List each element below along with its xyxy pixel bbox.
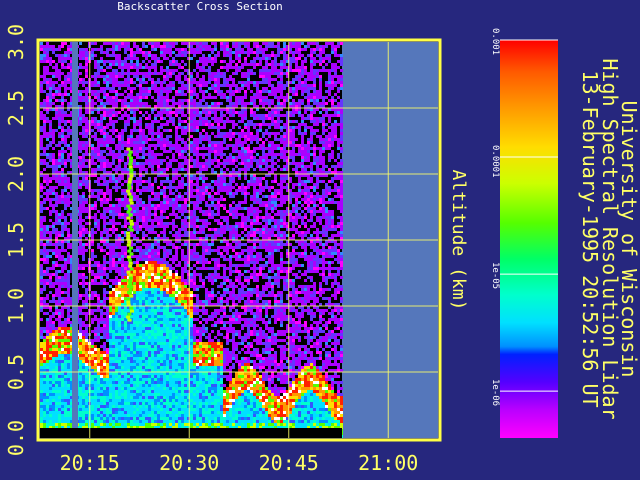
y-axis-tick-labels: 0.0 0.5 1.0 1.5 2.0 2.5 3.0	[4, 24, 28, 456]
x-axis-tick-labels: 20:15 20:30 20:45 21:00	[60, 451, 419, 475]
colorbar-tick-label: 1e-05	[490, 262, 500, 290]
colorbar-tick-label: 0.001	[490, 28, 500, 56]
chart-canvas: 0.0 0.5 1.0 1.5 2.0 2.5 3.0 20:15 20:30 20:45 21:…	[4, 24, 558, 475]
x-tick-label: 20:15	[60, 451, 120, 475]
y-tick-label: 2.5	[4, 90, 28, 126]
y-axis-label: Altitude (km)	[448, 169, 469, 311]
y-tick-label: 0.5	[4, 354, 28, 390]
y-tick-label: 0.0	[4, 420, 28, 456]
x-tick-label: 20:30	[159, 451, 219, 475]
y-tick-label: 1.0	[4, 288, 28, 324]
colorbar	[500, 40, 558, 438]
x-tick-label: 21:00	[358, 451, 418, 475]
y-tick-label: 3.0	[4, 24, 28, 60]
side-title-line-2: High Spectral Resolution Lidar	[598, 58, 622, 420]
y-tick-label: 2.0	[4, 156, 28, 192]
x-tick-label: 20:45	[259, 451, 319, 475]
side-title-line-3: 13-February-1995 20:52:56 UT	[578, 70, 602, 408]
colorbar-tick-label: 0.0001	[490, 145, 500, 178]
colorbar-tick-label: 1e-06	[490, 379, 500, 407]
y-tick-label: 1.5	[4, 222, 28, 258]
